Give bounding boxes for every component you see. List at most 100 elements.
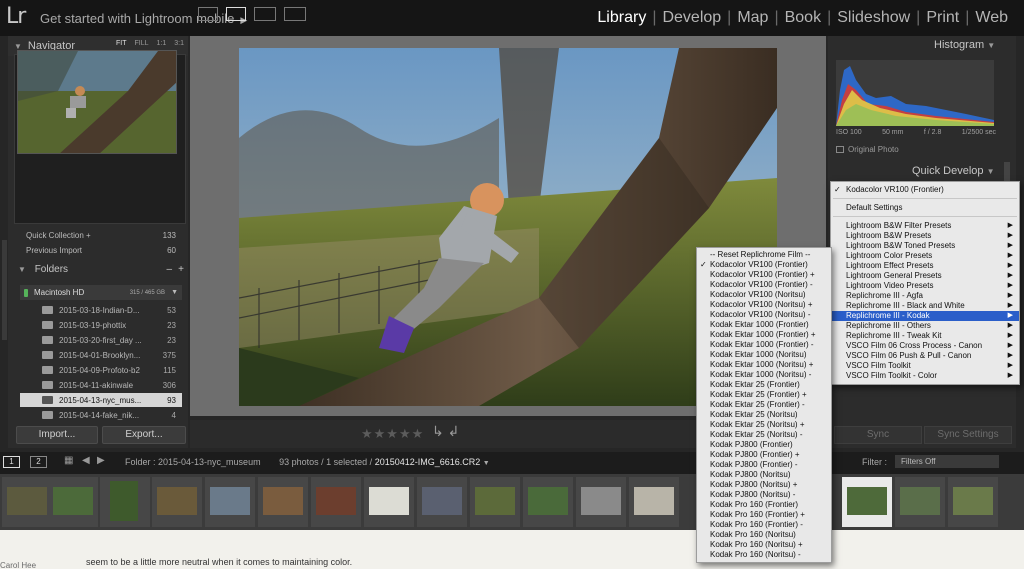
menu-item[interactable]: Lightroom B&W Presets ▶ bbox=[831, 231, 1019, 241]
export-button[interactable]: Export... bbox=[102, 426, 186, 444]
submenu-item[interactable]: Kodak PJ800 (Frontier) bbox=[697, 440, 831, 450]
menu-item[interactable]: VSCO Film 06 Push & Pull - Canon ▶ bbox=[831, 351, 1019, 361]
submenu-item[interactable]: Kodak Pro 160 (Frontier) bbox=[697, 500, 831, 510]
add-folder-button[interactable]: + bbox=[178, 264, 184, 275]
menu-item[interactable]: Replichrome III - Agfa ▶ bbox=[831, 291, 1019, 301]
submenu-item[interactable]: Kodak PJ800 (Frontier) + bbox=[697, 450, 831, 460]
navigator-thumbnail[interactable] bbox=[17, 50, 177, 154]
quick-develop-header[interactable]: Quick Develop ▼ bbox=[912, 165, 995, 177]
module-print[interactable]: Print bbox=[920, 9, 965, 27]
previous-import-row[interactable]: Previous Import 60 bbox=[26, 246, 176, 255]
submenu-item[interactable]: Kodak Pro 160 (Noritsu) + bbox=[697, 540, 831, 550]
sync-button[interactable]: Sync bbox=[834, 426, 922, 444]
submenu-item[interactable]: Kodak Ektar 1000 (Frontier) bbox=[697, 320, 831, 330]
folder-item[interactable]: 2015-04-01-Brooklyn... 375 bbox=[20, 348, 182, 362]
folder-item[interactable]: 2015-03-19-phottix 23 bbox=[20, 318, 182, 332]
back-arrow-icon[interactable]: ◀ bbox=[82, 455, 90, 466]
filmstrip-thumbnail[interactable] bbox=[152, 477, 202, 527]
filmstrip-thumbnail[interactable] bbox=[470, 477, 520, 527]
original-photo-toggle[interactable]: Original Photo bbox=[836, 145, 899, 154]
zoom-fit[interactable]: FIT bbox=[116, 40, 127, 47]
submenu-item[interactable]: Kodacolor VR100 (Noritsu) + bbox=[697, 300, 831, 310]
submenu-item[interactable]: Kodak Ektar 1000 (Noritsu) bbox=[697, 350, 831, 360]
submenu-item[interactable]: Kodacolor VR100 (Frontier) - bbox=[697, 280, 831, 290]
module-map[interactable]: Map bbox=[731, 9, 774, 27]
zoom-fill[interactable]: FILL bbox=[135, 40, 149, 47]
remove-folder-button[interactable]: – bbox=[166, 264, 172, 275]
submenu-item[interactable]: Kodak PJ800 (Noritsu) - bbox=[697, 490, 831, 500]
module-slideshow[interactable]: Slideshow bbox=[831, 9, 916, 27]
forward-arrow-icon[interactable]: ▶ bbox=[97, 455, 105, 466]
menu-item[interactable]: Lightroom Video Presets ▶ bbox=[831, 281, 1019, 291]
submenu-item[interactable]: Kodak Ektar 1000 (Frontier) + bbox=[697, 330, 831, 340]
left-panel-scrollbar[interactable] bbox=[2, 240, 7, 340]
submenu-item[interactable]: Kodak PJ800 (Noritsu) bbox=[697, 470, 831, 480]
filmstrip-thumbnail[interactable] bbox=[205, 477, 255, 527]
submenu-item[interactable]: -- Reset Replichrome Film -- bbox=[697, 250, 831, 260]
filmstrip-thumbnail[interactable] bbox=[629, 477, 679, 527]
submenu-item[interactable]: Kodak PJ800 (Frontier) - bbox=[697, 460, 831, 470]
sync-settings-button[interactable]: Sync Settings bbox=[924, 426, 1012, 444]
submenu-item[interactable]: Kodak Ektar 25 (Frontier) + bbox=[697, 390, 831, 400]
submenu-item[interactable]: Kodak Pro 160 (Frontier) - bbox=[697, 520, 831, 530]
menu-item-current[interactable]: ✓ Kodacolor VR100 (Frontier) bbox=[831, 185, 1019, 195]
module-book[interactable]: Book bbox=[779, 9, 827, 27]
grid-view-icon[interactable] bbox=[198, 7, 218, 21]
import-button[interactable]: Import... bbox=[16, 426, 98, 444]
filmstrip-source-info[interactable]: Folder : 2015-04-13-nyc_museum 93 photos… bbox=[125, 457, 490, 467]
rotate-icon[interactable]: ↳ ↲ bbox=[432, 423, 459, 440]
page-1-button[interactable]: 1 bbox=[3, 456, 20, 468]
filmstrip-thumbnail-selected[interactable] bbox=[842, 477, 892, 527]
loupe-view-icon[interactable] bbox=[226, 7, 246, 21]
menu-item[interactable]: VSCO Film Toolkit - Color ▶ bbox=[831, 371, 1019, 381]
menu-item[interactable]: Replichrome III - Black and White ▶ bbox=[831, 301, 1019, 311]
filmstrip-thumbnail[interactable] bbox=[2, 477, 52, 527]
submenu-item[interactable]: Kodak Ektar 1000 (Noritsu) - bbox=[697, 370, 831, 380]
survey-view-icon[interactable] bbox=[284, 7, 306, 21]
folder-item[interactable]: 2015-03-18-Indian-D... 53 bbox=[20, 303, 182, 317]
filter-dropdown[interactable]: Filters Off bbox=[895, 455, 999, 468]
submenu-item[interactable]: Kodak PJ800 (Noritsu) + bbox=[697, 480, 831, 490]
filmstrip-thumbnail[interactable] bbox=[523, 477, 573, 527]
zoom-1-1[interactable]: 1:1 bbox=[157, 40, 167, 47]
menu-item[interactable]: Lightroom General Presets ▶ bbox=[831, 271, 1019, 281]
submenu-item[interactable]: Kodacolor VR100 (Frontier) + bbox=[697, 270, 831, 280]
menu-item-highlighted[interactable]: Replichrome III - Kodak ▶ bbox=[831, 311, 1019, 321]
submenu-item[interactable]: Kodacolor VR100 (Noritsu) bbox=[697, 290, 831, 300]
zoom-3-1[interactable]: 3:1 bbox=[174, 40, 184, 47]
submenu-item[interactable]: Kodak Ektar 25 (Frontier) bbox=[697, 380, 831, 390]
filmstrip-thumbnail[interactable] bbox=[948, 477, 998, 527]
submenu-item[interactable]: Kodak Ektar 25 (Noritsu) - bbox=[697, 430, 831, 440]
submenu-item[interactable]: Kodak Ektar 25 (Noritsu) bbox=[697, 410, 831, 420]
star-rating[interactable]: ★★★★★ bbox=[361, 426, 424, 442]
module-web[interactable]: Web bbox=[969, 9, 1014, 27]
grid-icon[interactable]: ▦ bbox=[64, 455, 73, 466]
folder-item[interactable]: 2015-04-11-akinwale 306 bbox=[20, 378, 182, 392]
menu-item[interactable]: Lightroom Effect Presets ▶ bbox=[831, 261, 1019, 271]
folder-item[interactable]: 2015-04-14-fake_nik... 4 bbox=[20, 408, 182, 422]
folder-item[interactable]: 2015-03-20-first_day ... 23 bbox=[20, 333, 182, 347]
module-library[interactable]: Library bbox=[591, 9, 652, 27]
submenu-item[interactable]: Kodak Ektar 25 (Noritsu) + bbox=[697, 420, 831, 430]
menu-item[interactable]: Lightroom Color Presets ▶ bbox=[831, 251, 1019, 261]
histogram-header[interactable]: Histogram ▼ bbox=[934, 39, 995, 51]
folder-item[interactable]: 2015-04-09-Profoto-b2 115 bbox=[20, 363, 182, 377]
volume-row[interactable]: Macintosh HD 315 / 465 GB ▼ bbox=[20, 285, 182, 300]
folder-item-selected[interactable]: 2015-04-13-nyc_mus... 93 bbox=[20, 393, 182, 407]
filmstrip-thumbnail[interactable] bbox=[100, 477, 150, 527]
menu-item[interactable]: Replichrome III - Tweak Kit ▶ bbox=[831, 331, 1019, 341]
filmstrip-thumbnail[interactable] bbox=[417, 477, 467, 527]
menu-item[interactable]: Replichrome III - Others ▶ bbox=[831, 321, 1019, 331]
menu-item-default[interactable]: Default Settings bbox=[831, 203, 1019, 213]
module-develop[interactable]: Develop bbox=[656, 9, 727, 27]
filmstrip-thumbnail[interactable] bbox=[364, 477, 414, 527]
submenu-item[interactable]: Kodak Pro 160 (Noritsu) - bbox=[697, 550, 831, 560]
submenu-item[interactable]: Kodacolor VR100 (Noritsu) - bbox=[697, 310, 831, 320]
submenu-item[interactable]: Kodak Ektar 25 (Frontier) - bbox=[697, 400, 831, 410]
filmstrip-thumbnail[interactable] bbox=[258, 477, 308, 527]
filmstrip-thumbnail[interactable] bbox=[895, 477, 945, 527]
menu-item[interactable]: Lightroom B&W Filter Presets ▶ bbox=[831, 221, 1019, 231]
folders-header[interactable]: ▼ Folders – + bbox=[8, 264, 186, 280]
menu-item[interactable]: VSCO Film 06 Cross Process - Canon ▶ bbox=[831, 341, 1019, 351]
submenu-item[interactable]: Kodak Ektar 1000 (Frontier) - bbox=[697, 340, 831, 350]
